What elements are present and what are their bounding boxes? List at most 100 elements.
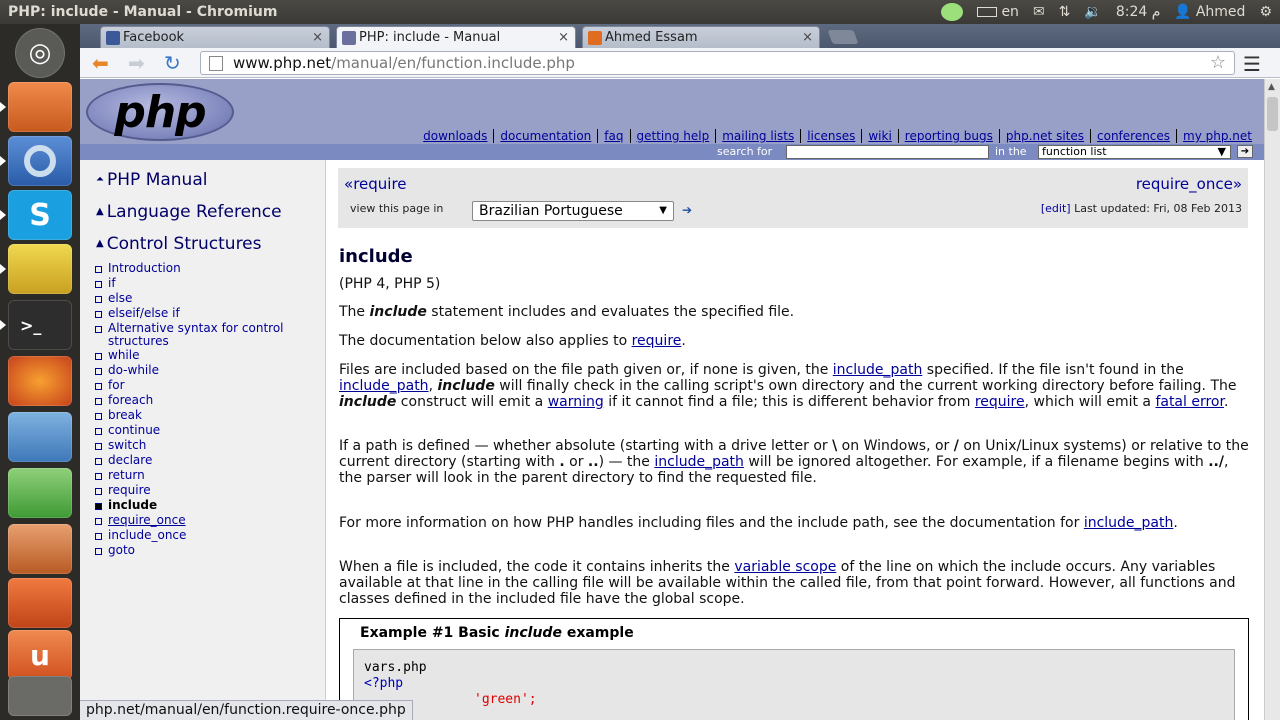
link-require[interactable]: require	[975, 394, 1025, 410]
sidebar-item-while[interactable]: while	[95, 349, 295, 362]
sidebar-item-continue[interactable]: continue	[95, 424, 295, 437]
sidebar-item-goto[interactable]: goto	[95, 544, 295, 557]
power-icon[interactable]: ⚙	[1259, 4, 1272, 20]
nav-link-faq[interactable]: faq	[597, 129, 629, 143]
text: If a path is defined — whether absolute …	[339, 438, 833, 454]
network-icon[interactable]: ⇅	[1059, 4, 1071, 20]
sidebar-item-for[interactable]: for	[95, 379, 295, 392]
sidebar-header-language-reference[interactable]: ▲ Language Reference	[96, 202, 282, 222]
reload-icon[interactable]: ↻	[164, 52, 181, 74]
nav-link-my-php-net[interactable]: my php.net	[1176, 129, 1258, 143]
php-logo[interactable]: php	[86, 83, 234, 141]
running-pip	[0, 102, 6, 112]
sidebar-item-declare[interactable]: declare	[95, 454, 295, 467]
link-fatal-error[interactable]: fatal error	[1155, 394, 1224, 410]
workspace-switcher-icon[interactable]	[8, 676, 72, 716]
user-menu[interactable]: 👤 Ahmed	[1174, 4, 1245, 20]
firefox-icon[interactable]	[8, 356, 72, 406]
link-warning[interactable]: warning	[548, 394, 604, 410]
sidebar-item-foreach[interactable]: foreach	[95, 394, 295, 407]
link-include-path[interactable]: include_path	[339, 378, 429, 394]
paragraph-variable-scope: When a file is included, the code it con…	[339, 559, 1249, 607]
volume-icon[interactable]: 🔉	[1084, 4, 1101, 20]
ubuntu-one-icon[interactable]: u	[8, 630, 72, 680]
bookmark-star-icon[interactable]: ☆	[1210, 52, 1226, 74]
sidebar-item-label: do-while	[108, 363, 159, 377]
nav-link-documentation[interactable]: documentation	[493, 129, 597, 143]
nav-link-conferences[interactable]: conferences	[1090, 129, 1176, 143]
writer-icon[interactable]	[8, 412, 72, 462]
prev-next-bar: «require require_once» view this page in…	[338, 168, 1248, 228]
teapot-icon[interactable]	[8, 244, 72, 294]
text: , which will emit a	[1024, 394, 1156, 410]
keyboard-indicator[interactable]: en	[977, 4, 1019, 20]
change-language-go-icon[interactable]: ➔	[682, 204, 696, 217]
close-tab-icon[interactable]: ×	[558, 27, 569, 48]
nav-link-getting-help[interactable]: getting help	[629, 129, 716, 143]
search-go-button[interactable]: ➔	[1237, 145, 1253, 158]
last-updated-text: Last updated: Fri, 08 Feb 2013	[1074, 202, 1242, 215]
close-tab-icon[interactable]: ×	[312, 27, 323, 48]
sidebar-header-control-structures[interactable]: ▲ Control Structures	[96, 234, 262, 254]
messaging-icon[interactable]	[941, 3, 964, 21]
impress-icon[interactable]	[8, 524, 72, 574]
close-tab-icon[interactable]: ×	[802, 27, 813, 48]
skype-icon[interactable]: S	[8, 190, 72, 240]
tab-ahmed-essam[interactable]: Ahmed Essam ×	[582, 26, 820, 48]
calc-icon[interactable]	[8, 468, 72, 518]
search-scope-select[interactable]: function list ▼	[1038, 145, 1231, 159]
link-include-path[interactable]: include_path	[833, 362, 923, 378]
files-icon[interactable]	[8, 82, 72, 132]
prev-link[interactable]: «require	[344, 175, 407, 193]
omnibox[interactable]: www.php.net/manual/en/function.include.p…	[200, 51, 1235, 75]
nav-link-downloads[interactable]: downloads	[417, 129, 493, 143]
search-input[interactable]	[786, 145, 989, 159]
edit-link[interactable]: [edit]	[1041, 202, 1071, 215]
scrollbar-thumb[interactable]	[1267, 97, 1278, 131]
sidebar-item-if[interactable]: if	[95, 277, 295, 290]
tab-facebook[interactable]: Facebook ×	[100, 26, 330, 48]
running-pip	[0, 210, 6, 220]
sidebar-item-do-while[interactable]: do-while	[95, 364, 295, 377]
nav-link-mailing-lists[interactable]: mailing lists	[715, 129, 800, 143]
sidebar-item-return[interactable]: return	[95, 469, 295, 482]
sidebar-item-include-once[interactable]: include_once	[95, 529, 295, 542]
keyboard-icon	[977, 7, 998, 17]
text: Files are included based on the file pat…	[339, 362, 833, 378]
back-icon[interactable]: ⬅	[92, 52, 109, 74]
new-tab-button[interactable]	[827, 30, 859, 44]
forward-icon[interactable]: ➡	[128, 52, 145, 74]
nav-link-wiki[interactable]: wiki	[861, 129, 897, 143]
code-line: 'green';	[474, 692, 537, 707]
vertical-scrollbar[interactable]: ▲	[1264, 79, 1280, 720]
dash-icon[interactable]: ◎	[15, 28, 65, 78]
chromium-icon[interactable]	[8, 136, 72, 186]
mail-icon[interactable]: ✉	[1033, 4, 1045, 20]
link-include-path[interactable]: include_path	[1084, 515, 1174, 531]
sidebar-item-include[interactable]: include	[95, 499, 295, 512]
next-link[interactable]: require_once»	[1136, 175, 1242, 193]
sidebar-item-break[interactable]: break	[95, 409, 295, 422]
software-center-icon[interactable]	[8, 578, 72, 628]
nav-link-php-net-sites[interactable]: php.net sites	[998, 129, 1090, 143]
sidebar-header-php-manual[interactable]: ⏶ PHP Manual	[96, 170, 207, 190]
sidebar-item-introduction[interactable]: Introduction	[95, 262, 295, 275]
manual-sidebar: ⏶ PHP Manual ▲ Language Reference ▲ Control…	[80, 160, 326, 720]
sidebar-item-elseif[interactable]: elseif/else if	[95, 307, 295, 320]
sidebar-item-switch[interactable]: switch	[95, 439, 295, 452]
chrome-menu-icon[interactable]: ☰	[1243, 52, 1261, 76]
scroll-up-icon[interactable]: ▲	[1268, 82, 1275, 92]
link-include-path[interactable]: include_path	[654, 454, 744, 470]
language-select[interactable]: Brazilian Portuguese ▼	[472, 201, 674, 221]
link-require[interactable]: require	[632, 333, 682, 349]
terminal-icon[interactable]: >_	[8, 300, 72, 350]
nav-link-licenses[interactable]: licenses	[800, 129, 861, 143]
nav-link-reporting-bugs[interactable]: reporting bugs	[897, 129, 999, 143]
sidebar-item-require[interactable]: require	[95, 484, 295, 497]
tab-php-include[interactable]: PHP: include - Manual ×	[336, 26, 576, 49]
sidebar-item-else[interactable]: else	[95, 292, 295, 305]
sidebar-item-alternative-syntax[interactable]: Alternative syntax for control structure…	[95, 322, 295, 348]
clock[interactable]: 8:24 م	[1116, 4, 1161, 20]
link-variable-scope[interactable]: variable scope	[734, 559, 836, 575]
sidebar-item-require-once[interactable]: require_once	[95, 514, 295, 527]
